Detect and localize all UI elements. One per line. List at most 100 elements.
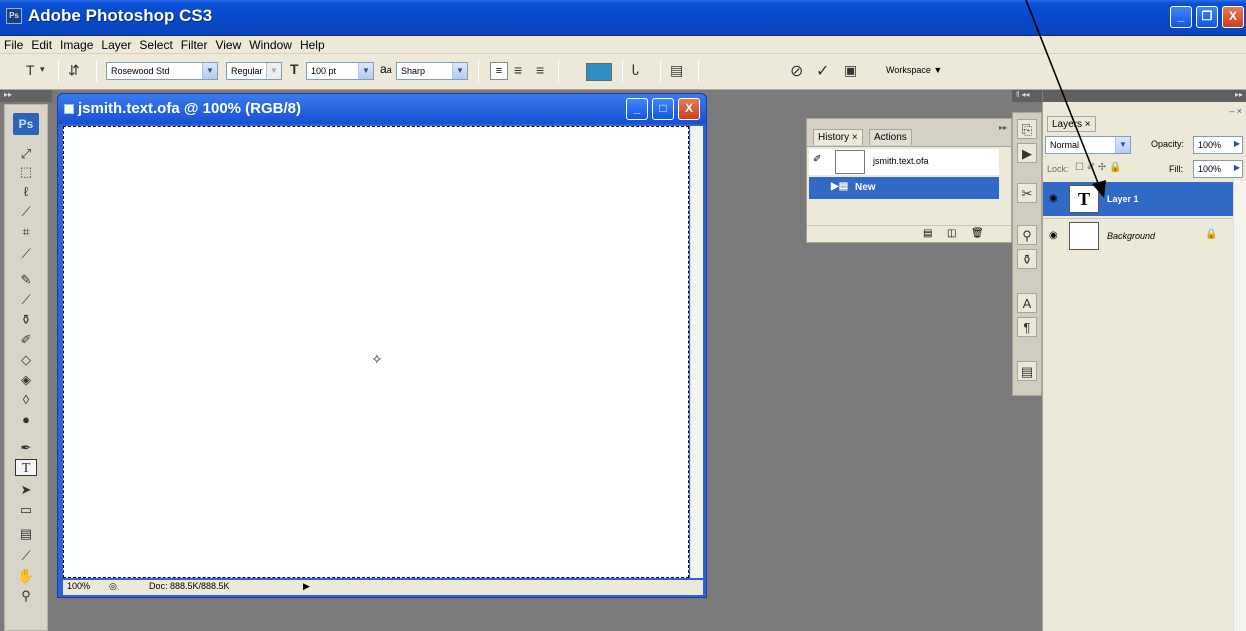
doc-minimize-button[interactable]: _ <box>626 98 648 120</box>
brushes-panel-icon[interactable]: ⚲ <box>1017 225 1037 245</box>
eyedropper-tool-icon[interactable]: ⟋ <box>15 547 37 564</box>
fill-input[interactable]: 100% ▶ <box>1193 160 1243 178</box>
commit-check-icon[interactable]: ✓ <box>816 61 829 81</box>
minimize-button[interactable]: _ <box>1170 6 1192 28</box>
font-style-select[interactable]: Regular ▼ <box>226 62 282 80</box>
menu-edit[interactable]: Edit <box>27 36 56 52</box>
new-snapshot-icon[interactable]: ◫ <box>947 228 956 239</box>
crop-tool-icon[interactable]: ⌗ <box>15 223 37 240</box>
layers-scrollbar[interactable] <box>1233 180 1246 631</box>
align-left-icon[interactable]: ≡ <box>490 62 508 80</box>
eraser-tool-icon[interactable]: ◇ <box>15 351 37 368</box>
layers-panel-menu-icon[interactable]: – × <box>1229 106 1242 116</box>
notes-tool-icon[interactable]: ▤ <box>15 525 37 542</box>
eye-icon[interactable]: ◉ <box>1049 230 1058 241</box>
preset-dropdown-icon[interactable]: ▾ <box>40 64 45 75</box>
layers-collapse-bar[interactable]: ▸▸ <box>1043 90 1246 102</box>
menu-filter[interactable]: Filter <box>177 36 212 52</box>
type-tool-icon[interactable]: T <box>15 459 37 476</box>
font-family-value: Rosewood Std <box>111 66 170 76</box>
clone-stamp-tool-icon[interactable]: ⚱ <box>15 311 37 328</box>
lock-icons[interactable]: ☐ ✐ ✢ 🔒 <box>1075 162 1122 173</box>
history-snapshot-row[interactable]: ✐ jsmith.text.ofa <box>809 149 999 175</box>
tools-panel: Ps ⤢ ⬚ ℓ ⟋ ⌗ ⟋ ✎ ⟋ ⚱ ✐ ◇ ◈ ◊ ● ✒ T ➤ ▭ ▤… <box>4 104 48 631</box>
new-document-from-state-icon[interactable]: ▤ <box>923 228 932 239</box>
zoom-level[interactable]: 100% <box>67 581 90 591</box>
slice-tool-icon[interactable]: ⟋ <box>15 245 37 262</box>
lasso-tool-icon[interactable]: ℓ <box>15 183 37 200</box>
tab-history[interactable]: History × <box>813 129 863 145</box>
status-info-icon[interactable]: ◎ <box>109 581 117 592</box>
workspace-menu[interactable]: Workspace ▼ <box>886 65 942 75</box>
menu-view[interactable]: View <box>211 36 245 52</box>
clone-source-icon[interactable]: ⚱ <box>1017 249 1037 269</box>
blend-mode-select[interactable]: Normal ▼ <box>1045 136 1131 154</box>
magic-wand-tool-icon[interactable]: ⟋ <box>15 203 37 220</box>
layer-row[interactable]: ◉ Background 🔒 <box>1043 218 1233 252</box>
antialias-select[interactable]: Sharp ▼ <box>396 62 468 80</box>
healing-brush-tool-icon[interactable]: ✎ <box>15 271 37 288</box>
chevron-down-icon: ▼ <box>266 63 281 79</box>
character-panel-icon[interactable]: A <box>1017 293 1037 313</box>
delete-state-icon[interactable]: 🗑 <box>971 228 984 239</box>
text-color-swatch[interactable] <box>586 63 612 81</box>
cancel-icon[interactable]: ⊘ <box>790 61 803 81</box>
tab-actions[interactable]: Actions <box>869 129 912 145</box>
zoom-tool-icon[interactable]: ⚲ <box>15 587 37 604</box>
strip-collapse-bar[interactable]: ‖ ◂◂ <box>1012 90 1042 102</box>
hand-tool-icon[interactable]: ✋ <box>15 567 37 584</box>
warp-text-icon[interactable]: Ꮣ <box>632 62 639 79</box>
doc-close-button[interactable]: X <box>678 98 700 120</box>
align-right-icon[interactable]: ≡ <box>536 62 544 78</box>
font-size-select[interactable]: 100 pt ▼ <box>306 62 374 80</box>
tools-collapse-bar[interactable]: ▸▸ <box>0 90 52 102</box>
layer-comps-icon[interactable]: ▤ <box>1017 361 1037 381</box>
eye-icon[interactable]: ◉ <box>1049 193 1058 204</box>
paint-bucket-tool-icon[interactable]: ◈ <box>15 371 37 388</box>
layer-row[interactable]: ◉ T Layer 1 <box>1043 182 1233 216</box>
move-tool-icon[interactable]: ⤢ <box>15 145 37 162</box>
menu-help[interactable]: Help <box>296 36 329 52</box>
history-panel-icon[interactable]: ⎘ <box>1017 119 1037 139</box>
fill-arrow-icon: ▶ <box>1233 163 1240 172</box>
marquee-tool-icon[interactable]: ⬚ <box>15 163 37 180</box>
bridge-icon[interactable]: ▣ <box>844 62 857 79</box>
history-step-row[interactable]: ▶▤ New <box>809 177 999 199</box>
menu-file[interactable]: File <box>0 36 27 52</box>
status-bar: 100% ◎ Doc: 888.5K/888.5K ▶ <box>63 580 703 595</box>
align-center-icon[interactable]: ≡ <box>514 62 522 78</box>
blur-tool-icon[interactable]: ◊ <box>15 391 37 408</box>
text-orientation-icon[interactable]: ⇵ <box>68 62 80 79</box>
menu-image[interactable]: Image <box>56 36 97 52</box>
brush-tool-icon[interactable]: ⟋ <box>15 291 37 308</box>
menu-window[interactable]: Window <box>245 36 296 52</box>
panel-menu-icon[interactable]: ▸▸ <box>999 123 1007 132</box>
maximize-button[interactable]: ❐ <box>1196 6 1218 28</box>
actions-panel-icon[interactable]: ▶ <box>1017 143 1037 163</box>
status-menu-arrow-icon[interactable]: ▶ <box>303 581 310 592</box>
history-brush-tool-icon[interactable]: ✐ <box>15 331 37 348</box>
tool-presets-icon[interactable]: ✂ <box>1017 183 1037 203</box>
lock-label: Lock: <box>1047 164 1069 174</box>
shape-tool-icon[interactable]: ▭ <box>15 501 37 518</box>
canvas[interactable]: ✧ <box>63 126 689 578</box>
paragraph-panel-icon[interactable]: ¶ <box>1017 317 1037 337</box>
opacity-input[interactable]: 100% ▶ <box>1193 136 1243 154</box>
menu-layer[interactable]: Layer <box>97 36 135 52</box>
font-style-value: Regular <box>231 66 263 76</box>
tab-layers[interactable]: Layers × <box>1047 116 1096 132</box>
font-family-select[interactable]: Rosewood Std ▼ <box>106 62 218 80</box>
history-panel: History × Actions ▸▸ ✐ jsmith.text.ofa ▶… <box>806 118 1012 243</box>
vertical-scrollbar[interactable] <box>690 126 703 578</box>
doc-maximize-button[interactable]: □ <box>652 98 674 120</box>
dodge-tool-icon[interactable]: ● <box>15 411 37 428</box>
document-title-bar[interactable]: jsmith.text.ofa @ 100% (RGB/8) _ □ X <box>58 94 706 124</box>
close-button[interactable]: X <box>1222 6 1244 28</box>
menu-select[interactable]: Select <box>135 36 176 52</box>
character-palette-icon[interactable]: ▤ <box>670 62 683 79</box>
opacity-label: Opacity: <box>1151 139 1185 149</box>
path-selection-tool-icon[interactable]: ➤ <box>15 481 37 498</box>
text-tool-preset-icon[interactable]: T <box>26 62 35 78</box>
fill-label: Fill: <box>1169 164 1183 174</box>
pen-tool-icon[interactable]: ✒ <box>15 439 37 456</box>
